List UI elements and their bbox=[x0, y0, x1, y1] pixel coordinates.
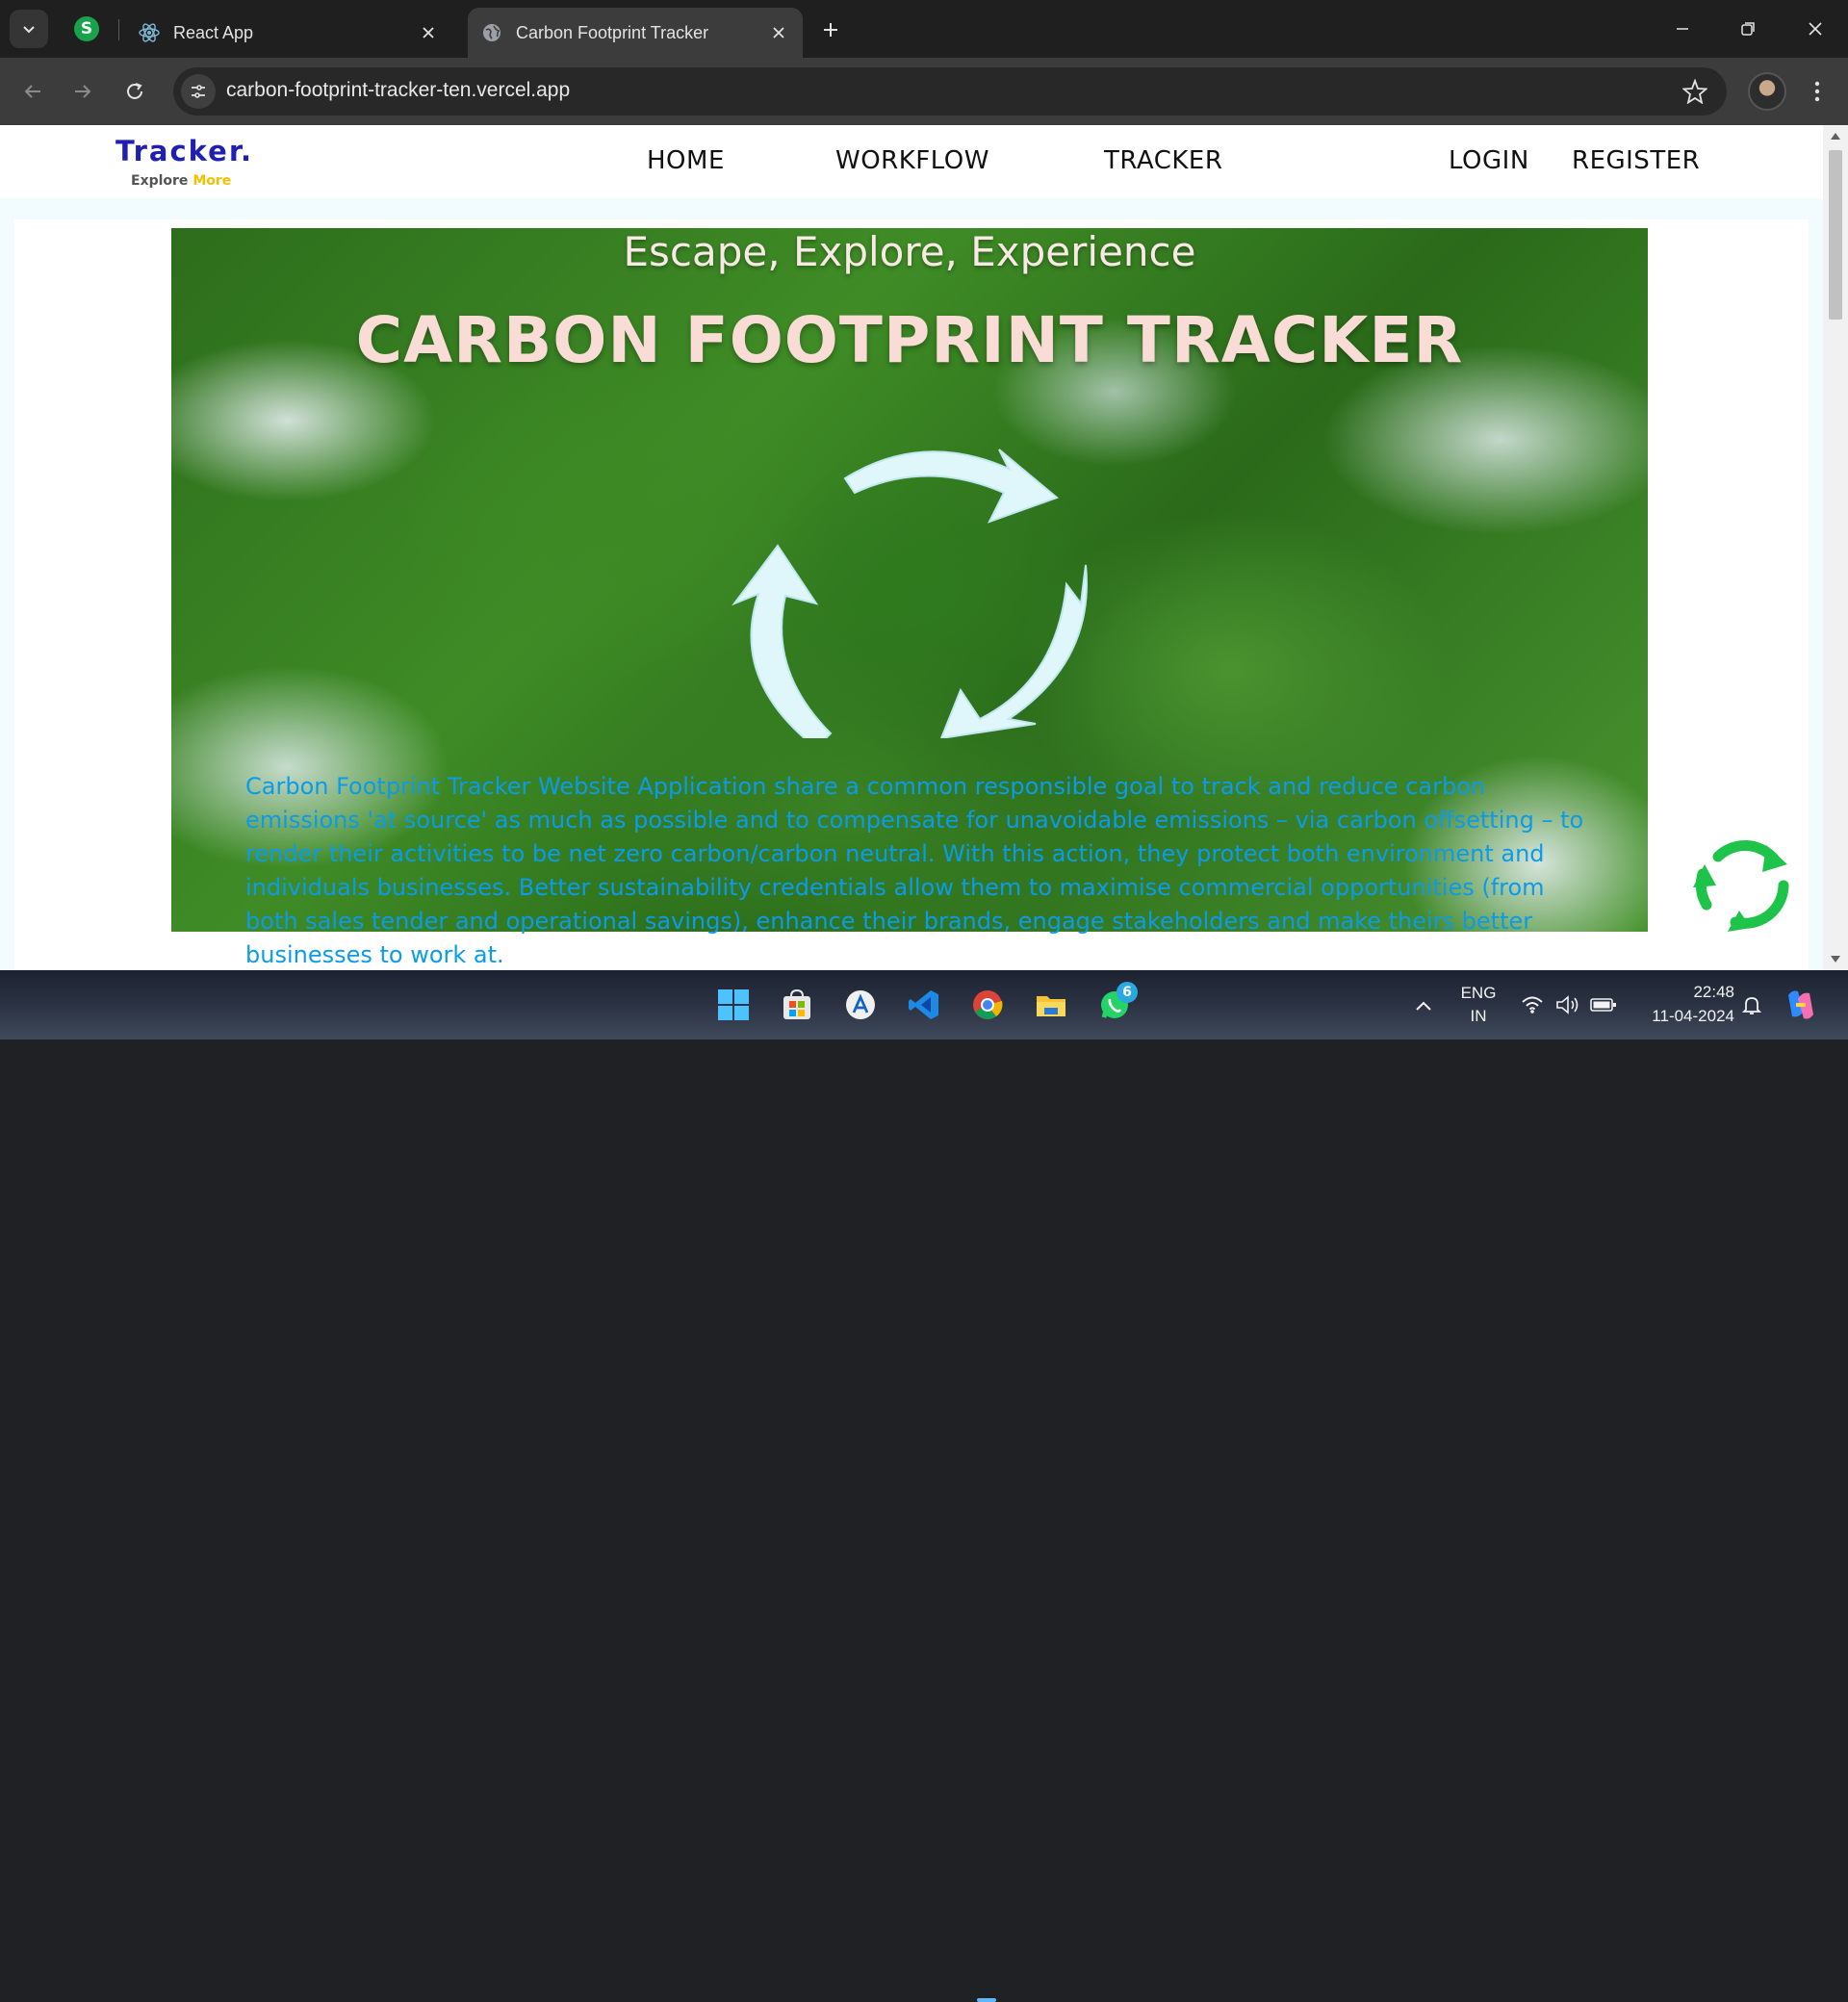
forward-button[interactable] bbox=[64, 72, 102, 111]
hero-description: Carbon Footprint Tracker Website Applica… bbox=[245, 773, 1584, 968]
region-indicator[interactable]: IN bbox=[1457, 1007, 1500, 1026]
nav-login[interactable]: LOGIN bbox=[1449, 146, 1529, 175]
restore-button[interactable] bbox=[1725, 10, 1771, 48]
close-tab-icon[interactable] bbox=[768, 22, 789, 43]
site-navbar: Tracker. Explore More HOME WORKFLOW TRAC… bbox=[0, 125, 1823, 198]
page-viewport: Tracker. Explore More HOME WORKFLOW TRAC… bbox=[0, 125, 1823, 970]
copilot-icon[interactable] bbox=[1783, 988, 1819, 1022]
site-info-button[interactable] bbox=[181, 74, 216, 109]
close-window-button[interactable] bbox=[1792, 10, 1838, 48]
pinned-tab-icon: S bbox=[74, 16, 99, 41]
notification-bell-icon[interactable] bbox=[1740, 993, 1763, 1016]
tab-separator bbox=[118, 19, 119, 40]
app-store-app[interactable] bbox=[839, 984, 882, 1026]
bookmark-star-icon[interactable] bbox=[1682, 79, 1707, 104]
arrow-right-icon bbox=[75, 85, 91, 98]
logo-sub-more: More bbox=[192, 173, 232, 189]
globe-icon bbox=[483, 24, 500, 41]
tab-title: Carbon Footprint Tracker bbox=[516, 22, 709, 42]
vscode-app[interactable] bbox=[903, 984, 945, 1026]
active-app-indicator bbox=[977, 1998, 996, 2002]
restore-icon bbox=[1741, 22, 1755, 36]
hero-tagline: Escape, Explore, Experience bbox=[623, 228, 1196, 275]
battery-icon[interactable] bbox=[1590, 997, 1617, 1013]
minimize-button[interactable] bbox=[1659, 10, 1706, 48]
vscode-icon bbox=[909, 990, 938, 1019]
language-indicator[interactable]: ENG bbox=[1457, 984, 1500, 1003]
profile-avatar[interactable] bbox=[1748, 72, 1786, 111]
logo-sub-explore: Explore bbox=[131, 173, 189, 189]
os-taskbar: 6 ENG IN 22:48 11-04-2024 bbox=[0, 970, 1848, 2002]
notification-badge: 6 bbox=[1116, 982, 1138, 1003]
chevron-up-icon[interactable] bbox=[1415, 999, 1432, 1013]
pinned-tab[interactable]: S bbox=[69, 12, 104, 46]
chevron-down-icon bbox=[23, 26, 35, 34]
chrome-icon bbox=[973, 990, 1003, 1019]
browser-toolbar: carbon-footprint-tracker-ten.vercel.app bbox=[0, 58, 1848, 125]
page-scrollbar[interactable] bbox=[1823, 125, 1848, 970]
app-a-icon bbox=[846, 990, 875, 1019]
tune-icon bbox=[192, 85, 205, 98]
logo-subtitle: Explore More bbox=[131, 173, 231, 189]
scrollbar-thumb[interactable] bbox=[1829, 150, 1842, 320]
logo-title: Tracker. bbox=[116, 135, 254, 167]
tab-search-button[interactable] bbox=[10, 10, 48, 48]
volume-icon[interactable] bbox=[1555, 995, 1580, 1014]
clock-date[interactable]: 11-04-2024 bbox=[1627, 1007, 1734, 1026]
nav-tracker[interactable]: TRACKER bbox=[1104, 146, 1222, 175]
react-icon bbox=[139, 23, 160, 42]
wifi-icon[interactable] bbox=[1521, 995, 1544, 1014]
minimize-icon bbox=[1677, 28, 1688, 30]
tab-title: React App bbox=[173, 22, 254, 42]
arrow-left-icon bbox=[24, 85, 40, 98]
cycle-arrows-icon bbox=[732, 449, 1088, 738]
more-vertical-icon bbox=[1814, 81, 1820, 102]
close-tab-icon[interactable] bbox=[418, 22, 439, 43]
scroll-up-icon[interactable] bbox=[1831, 133, 1840, 140]
reload-button[interactable] bbox=[116, 72, 154, 111]
chrome-app[interactable] bbox=[966, 984, 1009, 1026]
site-logo[interactable]: Tracker. Explore More bbox=[116, 135, 254, 189]
new-tab-button[interactable] bbox=[814, 13, 847, 46]
file-explorer-app[interactable] bbox=[1030, 984, 1072, 1026]
plus-icon bbox=[824, 23, 837, 37]
reload-icon bbox=[127, 83, 142, 99]
recycle-icon[interactable] bbox=[1689, 828, 1795, 934]
tab-carbon-footprint-tracker[interactable]: Carbon Footprint Tracker bbox=[468, 8, 803, 58]
nav-workflow[interactable]: WORKFLOW bbox=[835, 146, 989, 175]
nav-home[interactable]: HOME bbox=[647, 146, 725, 175]
nav-register[interactable]: REGISTER bbox=[1572, 146, 1700, 175]
browser-tab-bar: S React App Carbon Footprint Tracker bbox=[0, 0, 1848, 58]
windows-icon bbox=[718, 989, 749, 1020]
start-button[interactable] bbox=[712, 984, 755, 1026]
url-text[interactable]: carbon-footprint-tracker-ten.vercel.app bbox=[226, 79, 570, 102]
address-bar[interactable]: carbon-footprint-tracker-ten.vercel.app bbox=[173, 67, 1727, 116]
store-app[interactable] bbox=[776, 984, 818, 1026]
clock-time[interactable]: 22:48 bbox=[1627, 983, 1734, 1002]
folder-icon bbox=[1037, 996, 1065, 1016]
back-button[interactable] bbox=[13, 72, 52, 111]
browser-menu-button[interactable] bbox=[1800, 72, 1835, 111]
hero-title: CARBON FOOTPRINT TRACKER bbox=[355, 303, 1464, 377]
tab-react-app[interactable]: React App bbox=[125, 8, 452, 58]
store-icon bbox=[783, 988, 810, 1019]
scroll-down-icon[interactable] bbox=[1831, 956, 1840, 962]
close-icon bbox=[1809, 22, 1822, 36]
